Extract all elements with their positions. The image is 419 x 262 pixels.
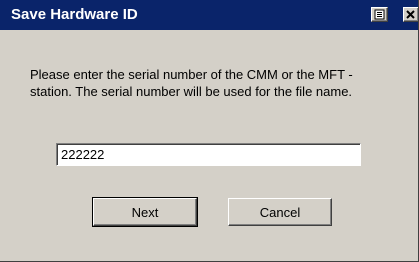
next-button[interactable]: Next [92,197,198,227]
title-bar[interactable]: Save Hardware ID [0,0,418,30]
cancel-button[interactable]: Cancel [228,198,332,226]
help-icon [374,9,385,20]
save-hardware-id-dialog: Save Hardware ID Please enter the serial… [0,0,419,262]
close-icon [406,10,415,19]
close-button[interactable] [403,7,418,22]
serial-number-input[interactable] [56,143,361,166]
help-button[interactable] [371,7,388,22]
instruction-text: Please enter the serial number of the CM… [30,67,353,99]
window-title: Save Hardware ID [11,6,138,23]
